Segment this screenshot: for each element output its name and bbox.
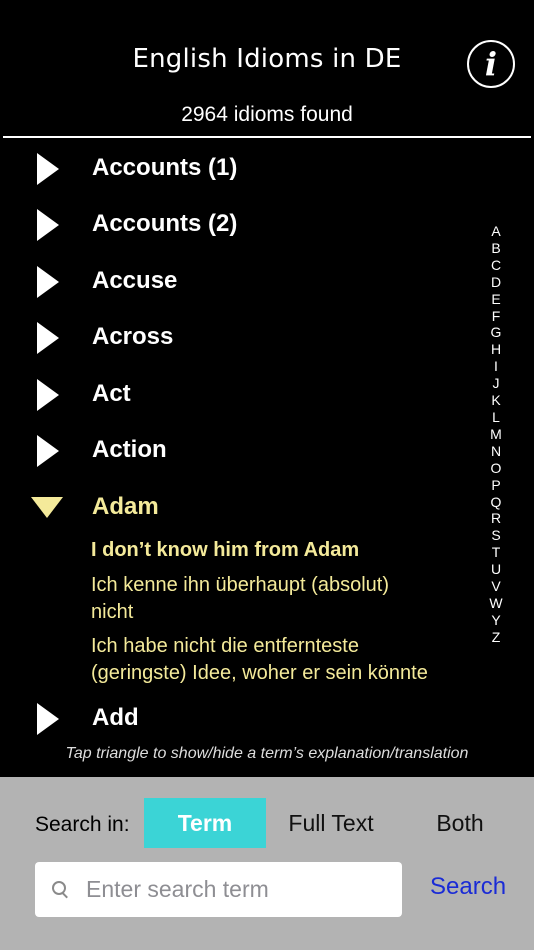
info-icon: i — [484, 45, 498, 83]
index-letter[interactable]: N — [488, 443, 504, 460]
disclosure-triangle-icon[interactable] — [37, 266, 59, 298]
term-label[interactable]: Accounts (2) — [92, 210, 237, 238]
list-item-expanded: Adam — [0, 479, 480, 535]
index-letter[interactable]: K — [488, 392, 504, 409]
header: English Idioms in DE i 2964 idioms found — [0, 0, 534, 138]
index-letter[interactable]: W — [488, 595, 504, 612]
index-letter[interactable]: B — [488, 240, 504, 257]
index-letter[interactable]: H — [488, 341, 504, 358]
term-label[interactable]: Across — [92, 323, 173, 351]
index-letter[interactable]: O — [488, 460, 504, 477]
result-count: 2964 idioms found — [181, 103, 353, 126]
index-letter[interactable]: A — [488, 223, 504, 240]
idiom-text: I don’t know him from Adam — [91, 539, 360, 561]
index-letter[interactable]: S — [488, 527, 504, 544]
index-letter[interactable]: M — [488, 426, 504, 443]
translation-line: nicht — [91, 601, 134, 623]
disclosure-triangle-icon[interactable] — [37, 153, 59, 185]
list-item: Act — [0, 366, 480, 422]
list-item: Accuse — [0, 253, 480, 309]
info-button[interactable]: i — [467, 40, 515, 88]
term-label[interactable]: Action — [92, 436, 167, 464]
disclosure-triangle-icon[interactable] — [37, 322, 59, 354]
index-letter[interactable]: R — [488, 510, 504, 527]
search-icon — [52, 881, 68, 899]
index-letter[interactable]: D — [488, 274, 504, 291]
disclosure-triangle-icon[interactable] — [37, 379, 59, 411]
search-box — [35, 862, 402, 917]
search-input[interactable] — [86, 862, 386, 917]
index-letter[interactable]: P — [488, 477, 504, 494]
translation-line: Ich habe nicht die entfernteste — [91, 635, 359, 657]
hint-text: Tap triangle to show/hide a term’s expla… — [65, 745, 469, 762]
list-item: Action — [0, 422, 480, 478]
index-letter[interactable]: F — [488, 308, 504, 325]
app-title: English Idioms in DE — [132, 44, 402, 74]
index-letter[interactable]: C — [488, 257, 504, 274]
translation-line: (geringste) Idee, woher er sein könnte — [91, 662, 428, 684]
index-letter[interactable]: L — [488, 409, 504, 426]
disclosure-triangle-open-icon[interactable] — [31, 497, 63, 518]
segment-both[interactable]: Both — [400, 798, 520, 848]
list-item: Add — [0, 690, 480, 746]
index-letter[interactable]: Q — [488, 494, 504, 511]
index-letter[interactable]: U — [488, 561, 504, 578]
alphabet-index[interactable]: A B C D E F G H I J K L M N O P Q R S T … — [488, 223, 504, 646]
index-letter[interactable]: V — [488, 578, 504, 595]
index-letter[interactable]: J — [488, 375, 504, 392]
index-letter[interactable]: Y — [488, 612, 504, 629]
segment-term[interactable]: Term — [144, 798, 266, 848]
term-label[interactable]: Accounts (1) — [92, 154, 237, 182]
term-label[interactable]: Accuse — [92, 267, 177, 295]
index-letter[interactable]: Z — [488, 629, 504, 646]
header-divider — [3, 136, 531, 138]
term-label[interactable]: Add — [92, 704, 139, 732]
search-panel: Search in: Term Full Text Both Search — [0, 777, 534, 950]
index-letter[interactable]: E — [488, 291, 504, 308]
index-letter[interactable]: T — [488, 544, 504, 561]
index-letter[interactable]: I — [488, 358, 504, 375]
list-item: Accounts (2) — [0, 196, 480, 252]
disclosure-triangle-icon[interactable] — [37, 435, 59, 467]
translation-line: Ich kenne ihn überhaupt (absolut) — [91, 574, 389, 596]
disclosure-triangle-icon[interactable] — [37, 703, 59, 735]
disclosure-triangle-icon[interactable] — [37, 209, 59, 241]
term-label[interactable]: Act — [92, 380, 131, 408]
list-item: Accounts (1) — [0, 140, 480, 196]
term-label[interactable]: Adam — [92, 493, 159, 521]
index-letter[interactable]: G — [488, 324, 504, 341]
search-in-label: Search in: — [35, 813, 130, 836]
search-button[interactable]: Search — [430, 873, 506, 901]
segment-full-text[interactable]: Full Text — [270, 798, 392, 848]
list-item: Across — [0, 309, 480, 365]
